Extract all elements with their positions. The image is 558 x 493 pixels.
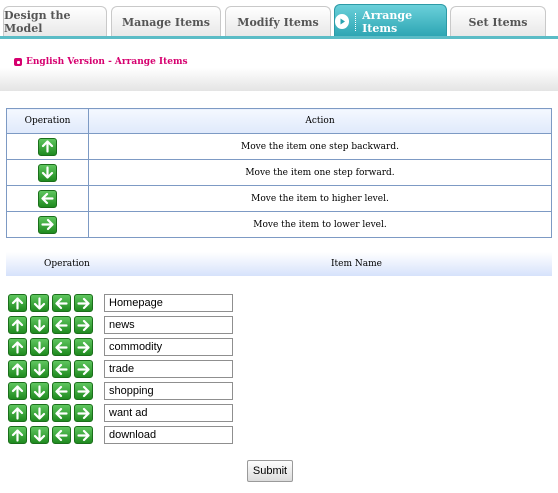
item-row [8, 292, 233, 314]
move-right-button[interactable] [74, 338, 93, 356]
legend-col-action: Action [88, 108, 552, 134]
item-name-input[interactable] [104, 316, 233, 334]
tab-modify-items[interactable]: Modify Items [225, 6, 331, 37]
tab-manage-items[interactable]: Manage Items [111, 6, 221, 37]
breadcrumb-text: English Version - Arrange Items [26, 57, 188, 67]
tab-bar: Design the Model Manage Items Modify Ite… [0, 0, 558, 39]
move-right-button[interactable] [74, 360, 93, 378]
move-up-button[interactable] [8, 426, 27, 444]
legend-header-row: Operation Action [6, 108, 552, 134]
move-left-button[interactable] [52, 294, 71, 312]
move-left-button[interactable] [52, 338, 71, 356]
legend-action-text: Move the item to higher level. [88, 185, 552, 212]
legend-op-cell [6, 159, 89, 186]
tab-set-items[interactable]: Set Items [450, 6, 546, 37]
item-name-input[interactable] [104, 294, 233, 312]
item-arrange-buttons [8, 294, 104, 312]
move-down-button[interactable] [30, 294, 49, 312]
tab-label: Design the Model [4, 9, 71, 35]
legend-op-cell [6, 185, 89, 212]
tab-label: Modify Items [237, 15, 319, 29]
tab-label: Manage Items [121, 15, 210, 29]
legend-row: Move the item one step forward. [6, 159, 552, 186]
move-right-button[interactable] [74, 294, 93, 312]
tab-label: Set Items [468, 15, 528, 29]
items-header-item-name: Item Name [331, 259, 382, 269]
move-down-button[interactable] [30, 360, 49, 378]
move-down-button[interactable] [30, 316, 49, 334]
move-right-button[interactable] [74, 316, 93, 334]
move-left-button[interactable] [52, 360, 71, 378]
arrow-down-icon [38, 163, 57, 182]
bullet-icon [14, 58, 22, 66]
move-down-button[interactable] [30, 338, 49, 356]
move-up-button[interactable] [8, 360, 27, 378]
move-left-button[interactable] [52, 316, 71, 334]
tab-label: Arrange Items [362, 8, 413, 35]
item-arrange-buttons [8, 338, 104, 356]
move-right-button[interactable] [74, 382, 93, 400]
move-up-button[interactable] [8, 382, 27, 400]
play-icon [335, 14, 350, 29]
move-up-button[interactable] [8, 338, 27, 356]
item-row [8, 336, 233, 358]
item-arrange-buttons [8, 316, 104, 334]
move-right-button[interactable] [74, 426, 93, 444]
items-header-operation: Operation [44, 259, 90, 269]
move-up-button[interactable] [8, 294, 27, 312]
item-row [8, 424, 233, 446]
legend-action-text: Move the item one step backward. [88, 133, 552, 160]
legend-col-operation: Operation [6, 108, 89, 134]
operation-legend-table: Operation Action Move the item one step … [6, 108, 552, 238]
item-row [8, 402, 233, 424]
legend-op-cell [6, 211, 89, 238]
legend-action-text: Move the item one step forward. [88, 159, 552, 186]
move-up-button[interactable] [8, 404, 27, 422]
items-header-bar: Operation Item Name [6, 252, 552, 276]
arrow-right-icon [38, 215, 57, 234]
item-row [8, 380, 233, 402]
item-arrange-buttons [8, 360, 104, 378]
breadcrumb: English Version - Arrange Items [14, 57, 188, 67]
legend-row: Move the item one step backward. [6, 133, 552, 160]
legend-row: Move the item to higher level. [6, 185, 552, 212]
move-down-button[interactable] [30, 426, 49, 444]
legend-row: Move the item to lower level. [6, 211, 552, 238]
arrow-up-icon [38, 137, 57, 156]
move-down-button[interactable] [30, 404, 49, 422]
move-left-button[interactable] [52, 426, 71, 444]
move-left-button[interactable] [52, 404, 71, 422]
tab-arrange-items[interactable]: Arrange Items [334, 4, 447, 38]
item-row [8, 358, 233, 380]
legend-op-cell [6, 133, 89, 160]
item-name-input[interactable] [104, 426, 233, 444]
item-name-input[interactable] [104, 338, 233, 356]
item-arrange-buttons [8, 382, 104, 400]
item-list [8, 292, 233, 446]
legend-action-text: Move the item to lower level. [88, 211, 552, 238]
move-up-button[interactable] [8, 316, 27, 334]
item-row [8, 314, 233, 336]
tab-design-the-model[interactable]: Design the Model [3, 6, 107, 37]
item-arrange-buttons [8, 404, 104, 422]
item-name-input[interactable] [104, 382, 233, 400]
move-left-button[interactable] [52, 382, 71, 400]
tab-separator [355, 12, 357, 31]
move-right-button[interactable] [74, 404, 93, 422]
move-down-button[interactable] [30, 382, 49, 400]
submit-button[interactable]: Submit [247, 460, 293, 482]
item-name-input[interactable] [104, 404, 233, 422]
item-arrange-buttons [8, 426, 104, 444]
item-name-input[interactable] [104, 360, 233, 378]
arrow-left-icon [38, 189, 57, 208]
